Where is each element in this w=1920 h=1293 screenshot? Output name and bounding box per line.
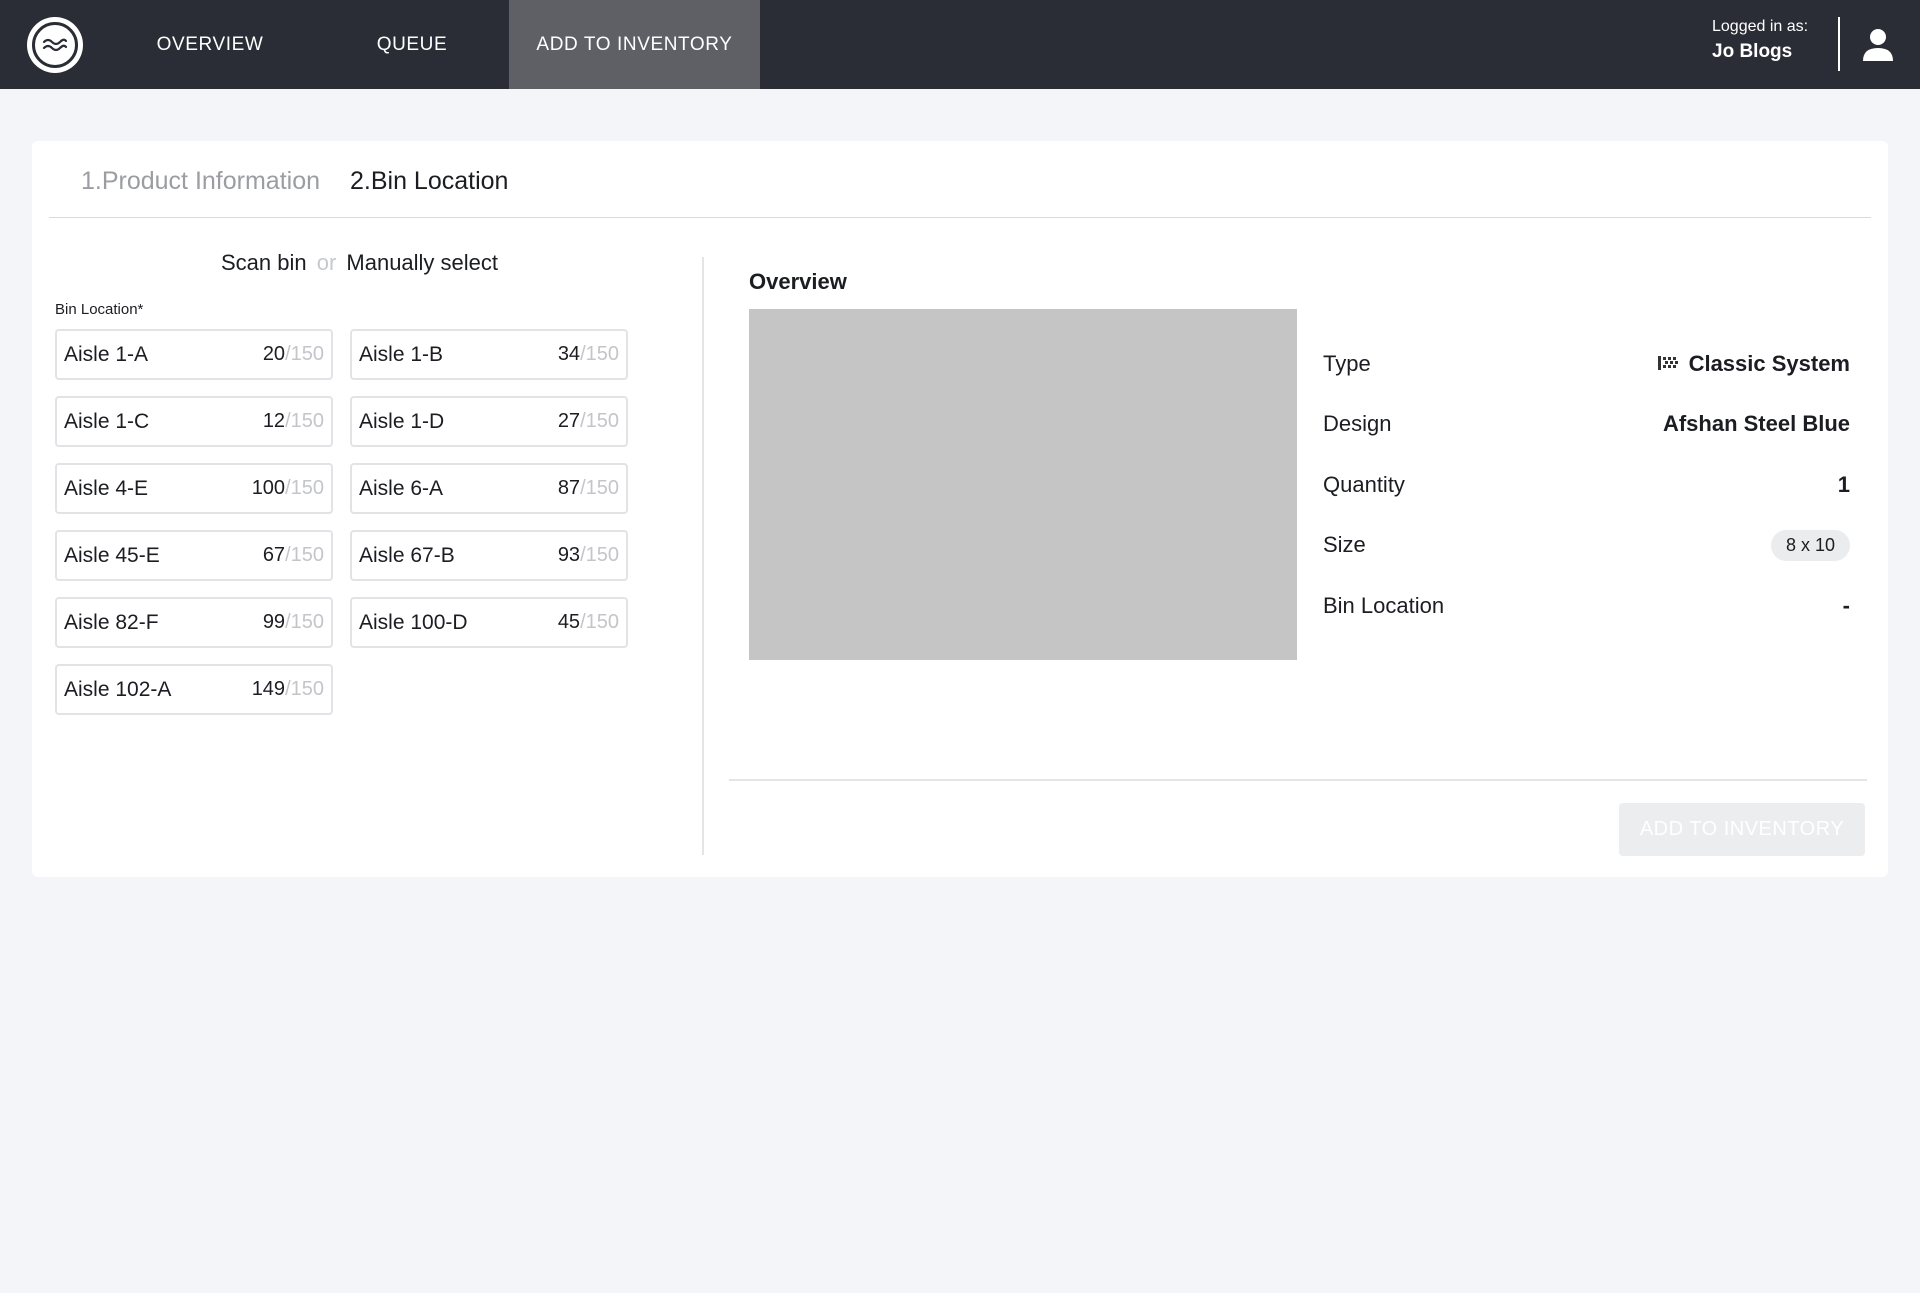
top-nav-bar: OVERVIEW QUEUE ADD TO INVENTORY Logged i… bbox=[0, 0, 1920, 89]
user-account-icon[interactable] bbox=[1862, 28, 1894, 62]
detail-value: - bbox=[1842, 593, 1850, 618]
detail-label: Bin Location bbox=[1323, 593, 1445, 618]
add-inventory-card: 1.Product Information 2.Bin Location Sca… bbox=[32, 141, 1888, 877]
detail-label: Design bbox=[1323, 411, 1392, 436]
bin-count: 149/150 bbox=[251, 678, 324, 700]
bin-option[interactable]: Aisle 1-A 20/150 bbox=[55, 329, 333, 380]
nav-tab-label: OVERVIEW bbox=[156, 33, 264, 55]
detail-row-size: Size 8 x 10 bbox=[1323, 525, 1850, 565]
bin-name: Aisle 45-E bbox=[64, 543, 160, 567]
waves-icon bbox=[32, 22, 78, 68]
bin-count: 34/150 bbox=[557, 343, 619, 365]
detail-row-bin-location: Bin Location - bbox=[1323, 586, 1850, 626]
bin-name: Aisle 1-B bbox=[359, 342, 444, 366]
bin-count: 93/150 bbox=[557, 544, 619, 566]
nav-tab-label: QUEUE bbox=[376, 33, 448, 55]
bin-option[interactable]: Aisle 1-C 12/150 bbox=[55, 396, 333, 447]
user-info: Logged in as: Jo Blogs bbox=[1712, 18, 1808, 63]
detail-label: Size bbox=[1323, 532, 1366, 557]
bin-count: 99/150 bbox=[262, 611, 324, 633]
bin-name: Aisle 6-A bbox=[359, 476, 444, 500]
detail-label: Quantity bbox=[1323, 472, 1405, 497]
column-divider bbox=[702, 257, 704, 855]
bin-input-mode: Scan bin or Manually select bbox=[32, 250, 687, 276]
bin-option[interactable]: Aisle 100-D 45/150 bbox=[350, 597, 628, 648]
bin-option[interactable]: Aisle 1-B 34/150 bbox=[350, 329, 628, 380]
bin-count: 27/150 bbox=[557, 410, 619, 432]
bin-name: Aisle 1-D bbox=[359, 409, 445, 433]
detail-row-design: Design Afshan Steel Blue bbox=[1323, 404, 1850, 444]
bin-count: 67/150 bbox=[262, 544, 324, 566]
bin-name: Aisle 82-F bbox=[64, 610, 159, 634]
detail-row-type: Type Classic System bbox=[1323, 344, 1850, 384]
bin-option[interactable]: Aisle 6-A 87/150 bbox=[350, 463, 628, 514]
nav-tab-add-to-inventory[interactable]: ADD TO INVENTORY bbox=[509, 0, 760, 89]
bin-name: Aisle 4-E bbox=[64, 476, 149, 500]
add-to-inventory-button[interactable]: ADD TO INVENTORY bbox=[1619, 803, 1865, 856]
bin-count: 45/150 bbox=[557, 611, 619, 633]
bin-name: Aisle 1-C bbox=[64, 409, 150, 433]
scan-bin-link[interactable]: Scan bin bbox=[221, 250, 307, 275]
product-image-placeholder bbox=[749, 309, 1297, 660]
detail-row-quantity: Quantity 1 bbox=[1323, 465, 1850, 505]
bin-count: 20/150 bbox=[262, 343, 324, 365]
nav-tab-overview[interactable]: OVERVIEW bbox=[140, 0, 280, 89]
bin-count: 87/150 bbox=[557, 477, 619, 499]
bin-count: 12/150 bbox=[262, 410, 324, 432]
bin-option[interactable]: Aisle 4-E 100/150 bbox=[55, 463, 333, 514]
bin-option[interactable]: Aisle 67-B 93/150 bbox=[350, 530, 628, 581]
step-product-information[interactable]: 1.Product Information bbox=[81, 167, 320, 196]
manual-select-link[interactable]: Manually select bbox=[346, 250, 498, 275]
bin-name: Aisle 100-D bbox=[359, 610, 468, 634]
or-separator: or bbox=[316, 250, 337, 275]
detail-value: 1 bbox=[1837, 472, 1850, 497]
size-badge: 8 x 10 bbox=[1770, 529, 1850, 561]
bin-location-label: Bin Location* bbox=[55, 301, 144, 318]
bin-count: 100/150 bbox=[251, 477, 324, 499]
user-divider bbox=[1838, 17, 1840, 71]
logged-in-label: Logged in as: bbox=[1712, 18, 1809, 35]
bin-option[interactable]: Aisle 82-F 99/150 bbox=[55, 597, 333, 648]
detail-value: 8 x 10 bbox=[1770, 529, 1850, 561]
pattern-icon bbox=[1656, 351, 1679, 377]
step-bin-location[interactable]: 2.Bin Location bbox=[350, 167, 508, 196]
detail-value: Classic System bbox=[1656, 351, 1850, 377]
nav-tab-queue[interactable]: QUEUE bbox=[352, 0, 472, 89]
bin-option[interactable]: Aisle 102-A 149/150 bbox=[55, 664, 333, 715]
footer-divider bbox=[729, 779, 1867, 781]
overview-title: Overview bbox=[749, 269, 847, 294]
logo[interactable] bbox=[27, 17, 83, 73]
bin-option[interactable]: Aisle 1-D 27/150 bbox=[350, 396, 628, 447]
bin-name: Aisle 67-B bbox=[359, 543, 455, 567]
step-tabs: 1.Product Information 2.Bin Location bbox=[49, 141, 1871, 218]
user-name: Jo Blogs bbox=[1712, 41, 1793, 62]
detail-value: Afshan Steel Blue bbox=[1662, 411, 1850, 436]
nav-tab-label: ADD TO INVENTORY bbox=[536, 33, 733, 55]
bin-name: Aisle 102-A bbox=[64, 677, 172, 701]
detail-label: Type bbox=[1323, 351, 1371, 376]
bin-option[interactable]: Aisle 45-E 67/150 bbox=[55, 530, 333, 581]
bin-name: Aisle 1-A bbox=[64, 342, 149, 366]
